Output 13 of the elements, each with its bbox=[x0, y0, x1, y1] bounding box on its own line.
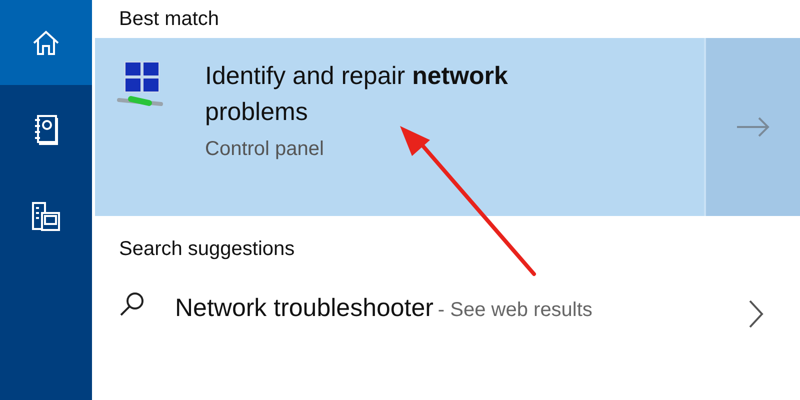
suggestion-item[interactable]: Network troubleshooter - See web results bbox=[95, 261, 800, 333]
sidebar-button[interactable] bbox=[0, 0, 92, 85]
result-title: Identify and repair network problems bbox=[205, 61, 509, 128]
search-icon bbox=[119, 291, 145, 317]
devices-icon bbox=[30, 200, 62, 232]
result-category: Control panel bbox=[205, 138, 325, 161]
section-heading: Search suggestions bbox=[118, 237, 296, 261]
chevron-right-icon bbox=[748, 299, 764, 329]
suggestion-hint: - See web results bbox=[438, 299, 592, 321]
right-arrow-icon bbox=[736, 117, 770, 137]
section-heading: Best match bbox=[118, 7, 220, 32]
best-match-result[interactable]: Identify and repair network problems Control panel bbox=[95, 38, 800, 216]
suggestion-text: Network troubleshooter bbox=[175, 294, 434, 322]
